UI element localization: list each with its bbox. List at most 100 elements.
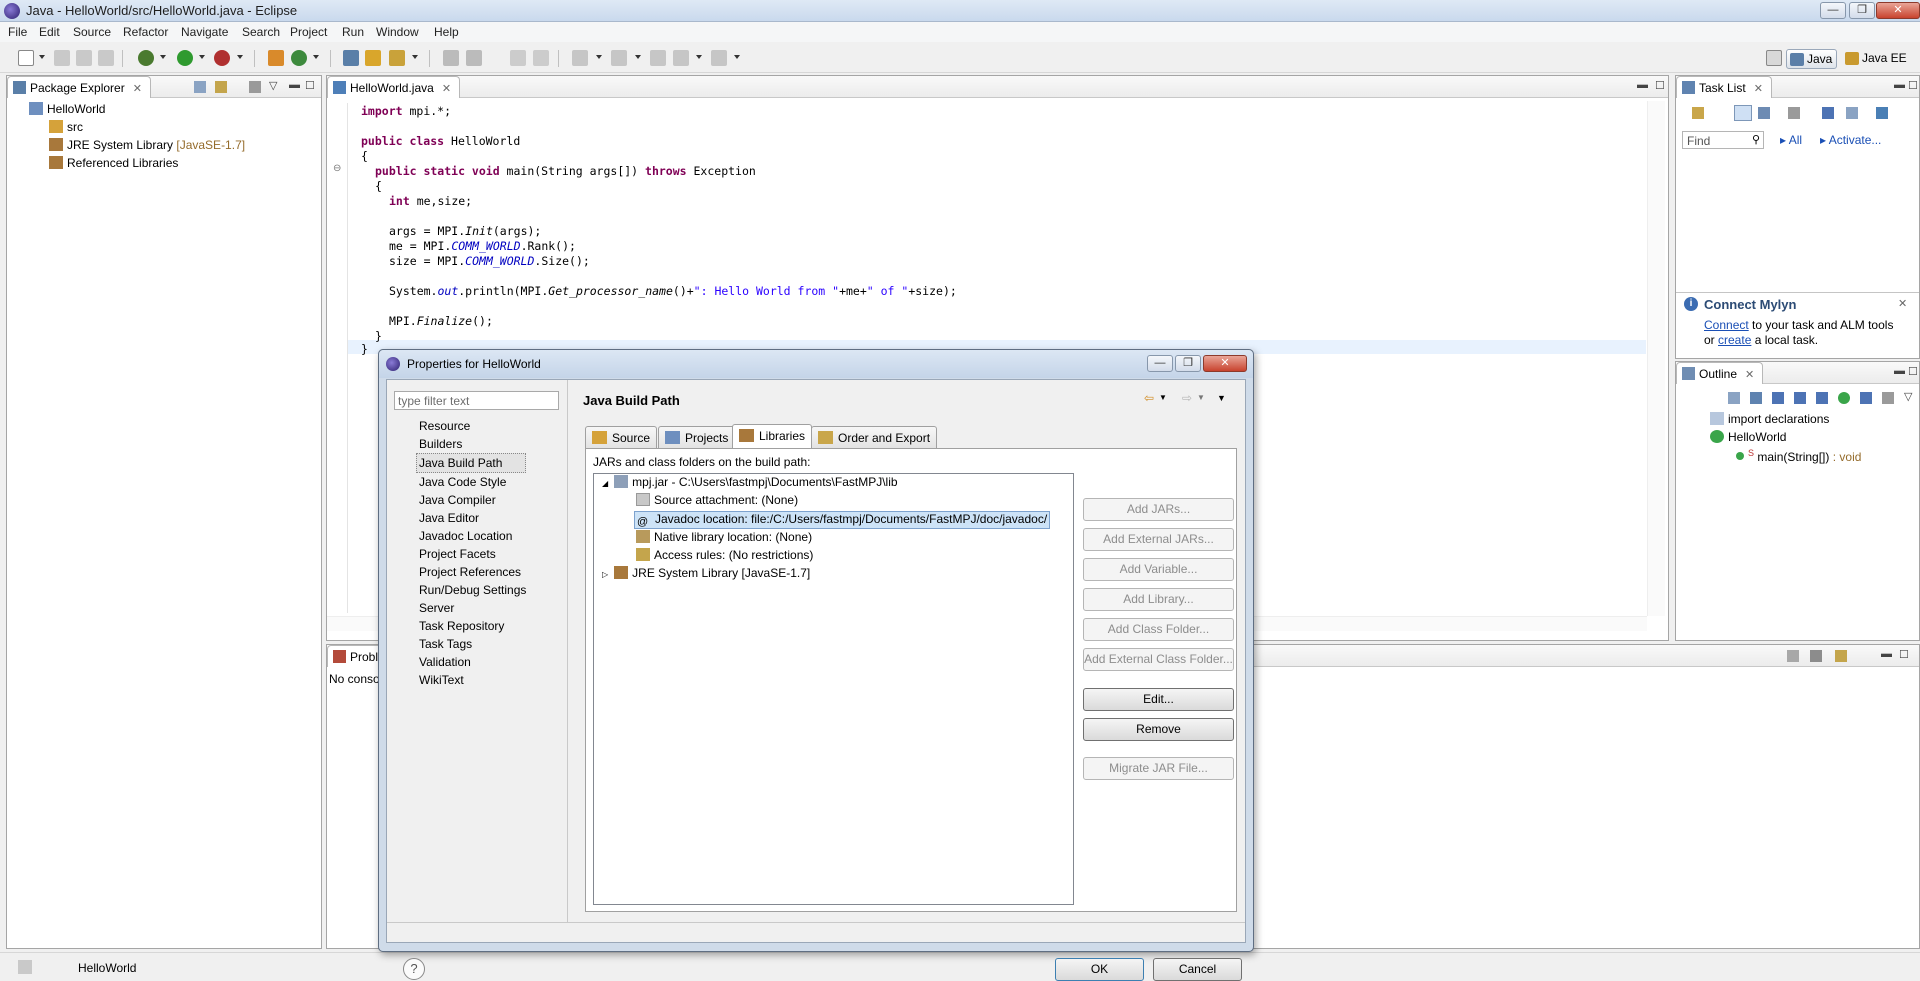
open-task-icon[interactable]: [365, 50, 381, 66]
menu-window[interactable]: Window: [376, 25, 419, 39]
tree-native-library[interactable]: Native library location: (None): [636, 530, 812, 548]
tab-package-explorer[interactable]: Package Explorer ✕: [7, 76, 151, 98]
edit-button[interactable]: Edit...: [1083, 688, 1234, 711]
collapse-all-icon[interactable]: [194, 81, 206, 93]
minimize-view-icon[interactable]: ▬: [1881, 648, 1892, 660]
menu-run[interactable]: Run: [342, 25, 364, 39]
close-button[interactable]: ✕: [1876, 2, 1920, 19]
maximize-button[interactable]: ❐: [1849, 2, 1875, 19]
maximize-view-icon[interactable]: ☐: [1899, 648, 1909, 661]
tree-item-referenced-libraries[interactable]: Referenced Libraries: [49, 156, 178, 174]
show-whitespace-icon[interactable]: [533, 50, 549, 66]
menu-search[interactable]: Search: [242, 25, 280, 39]
menu-edit[interactable]: Edit: [39, 25, 60, 39]
minimize-view-icon[interactable]: ▬: [1894, 365, 1905, 377]
close-tab-icon[interactable]: ✕: [133, 83, 142, 95]
minimize-button[interactable]: —: [1820, 2, 1846, 19]
close-tab-icon[interactable]: ✕: [1745, 369, 1754, 381]
back-icon[interactable]: ⇦: [1144, 391, 1154, 405]
new-java-project-icon[interactable]: [268, 50, 284, 66]
focus-on-task-icon[interactable]: [249, 81, 261, 93]
connect-link[interactable]: Connect: [1704, 318, 1749, 332]
maximize-view-icon[interactable]: ☐: [305, 79, 315, 92]
previous-annotation-icon[interactable]: [611, 50, 627, 66]
tab-outline[interactable]: Outline ✕: [1676, 362, 1764, 384]
filter-input[interactable]: type filter text: [394, 391, 559, 410]
save-all-icon[interactable]: [76, 50, 92, 66]
dialog-maximize-button[interactable]: ❐: [1175, 355, 1201, 372]
categorized-icon[interactable]: [1734, 105, 1752, 121]
close-tab-icon[interactable]: ✕: [442, 83, 451, 95]
external-tools-icon[interactable]: [214, 50, 230, 66]
nav-java-editor[interactable]: Java Editor: [419, 509, 526, 527]
next-annotation-icon[interactable]: [572, 50, 588, 66]
nav-wikitext[interactable]: WikiText: [419, 671, 526, 689]
close-tab-icon[interactable]: ✕: [1754, 83, 1763, 95]
perspective-java[interactable]: Java: [1786, 49, 1838, 69]
sync-icon[interactable]: [1876, 107, 1888, 119]
nav-builders[interactable]: Builders: [419, 435, 526, 453]
hide-static-icon[interactable]: [1794, 392, 1806, 404]
hide-fields-icon[interactable]: [1772, 392, 1784, 404]
outline-item-method[interactable]: S main(String[]) : void: [1736, 448, 1861, 466]
nav-server[interactable]: Server: [419, 599, 526, 617]
open-perspective-icon[interactable]: [1766, 50, 1782, 66]
focus-icon[interactable]: [1882, 392, 1894, 404]
forward-icon[interactable]: [711, 50, 727, 66]
display-console-icon[interactable]: [1810, 650, 1822, 662]
menu-refactor[interactable]: Refactor: [123, 25, 168, 39]
migrate-jar-button[interactable]: Migrate JAR File...: [1083, 757, 1234, 780]
link-with-editor-icon[interactable]: [215, 81, 227, 93]
nav-java-code-style[interactable]: Java Code Style: [419, 473, 526, 491]
back-icon[interactable]: [673, 50, 689, 66]
tree-jar-mpj[interactable]: ◢ mpj.jar - C:\Users\fastmpj\Documents\Fa…: [602, 475, 898, 493]
view-menu-icon[interactable]: ▼: [1217, 393, 1226, 403]
maximize-view-icon[interactable]: ☐: [1908, 365, 1918, 378]
tree-item-src[interactable]: src: [49, 120, 83, 138]
tab-task-list[interactable]: Task List ✕: [1676, 76, 1772, 98]
minimize-editor-icon[interactable]: ▬: [1637, 79, 1648, 91]
tree-project-helloworld[interactable]: HelloWorld: [29, 102, 105, 120]
search-dropdown-icon[interactable]: [412, 55, 418, 59]
tree-source-attachment[interactable]: Source attachment: (None): [636, 493, 798, 511]
open-type-icon[interactable]: [343, 50, 359, 66]
nav-resource[interactable]: Resource: [419, 417, 526, 435]
minimize-view-icon[interactable]: ▬: [289, 79, 300, 91]
new-icon[interactable]: [18, 50, 34, 66]
tree-item-jre[interactable]: JRE System Library [JavaSE-1.7]: [49, 138, 245, 156]
view-menu-icon[interactable]: ▽: [269, 79, 277, 92]
view-menu-icon[interactable]: ▽: [1904, 390, 1912, 403]
forward-icon[interactable]: ⇨: [1182, 391, 1192, 405]
add-variable-button[interactable]: Add Variable...: [1083, 558, 1234, 581]
menu-navigate[interactable]: Navigate: [181, 25, 228, 39]
help-icon[interactable]: ?: [403, 958, 425, 980]
activate-task-link[interactable]: ▸ Activate...: [1820, 133, 1881, 147]
tree-access-rules[interactable]: Access rules: (No restrictions): [636, 548, 813, 566]
toggle-breadcrumb-icon[interactable]: [466, 50, 482, 66]
new-task-icon[interactable]: [1692, 107, 1704, 119]
menu-file[interactable]: File: [8, 25, 27, 39]
fast-view-icon[interactable]: [18, 960, 32, 974]
tree-jre-system-library[interactable]: ▷ JRE System Library [JavaSE-1.7]: [602, 566, 810, 584]
outline-item-class[interactable]: HelloWorld: [1710, 430, 1786, 448]
dialog-close-button[interactable]: ✕: [1203, 355, 1247, 372]
nav-task-repository[interactable]: Task Repository: [419, 617, 526, 635]
add-class-folder-button[interactable]: Add Class Folder...: [1083, 618, 1234, 641]
nav-java-compiler[interactable]: Java Compiler: [419, 491, 526, 509]
create-link[interactable]: create: [1718, 333, 1751, 347]
scheduled-icon[interactable]: [1758, 107, 1770, 119]
minimize-view-icon[interactable]: ▬: [1894, 79, 1905, 91]
outline-item-imports[interactable]: import declarations: [1710, 412, 1829, 430]
maximize-editor-icon[interactable]: ☐: [1655, 79, 1665, 92]
dialog-minimize-button[interactable]: —: [1147, 355, 1173, 372]
add-external-class-folder-button[interactable]: Add External Class Folder...: [1083, 648, 1234, 671]
ok-button[interactable]: OK: [1055, 958, 1144, 981]
last-edit-location-icon[interactable]: [650, 50, 666, 66]
nav-javadoc-location[interactable]: Javadoc Location: [419, 527, 526, 545]
nav-validation[interactable]: Validation: [419, 653, 526, 671]
run-icon[interactable]: [177, 50, 193, 66]
hide-completed-icon[interactable]: [1822, 107, 1834, 119]
fold-toggle-icon[interactable]: ⊖: [333, 163, 341, 174]
nav-task-tags[interactable]: Task Tags: [419, 635, 526, 653]
tab-projects[interactable]: Projects: [658, 426, 736, 448]
